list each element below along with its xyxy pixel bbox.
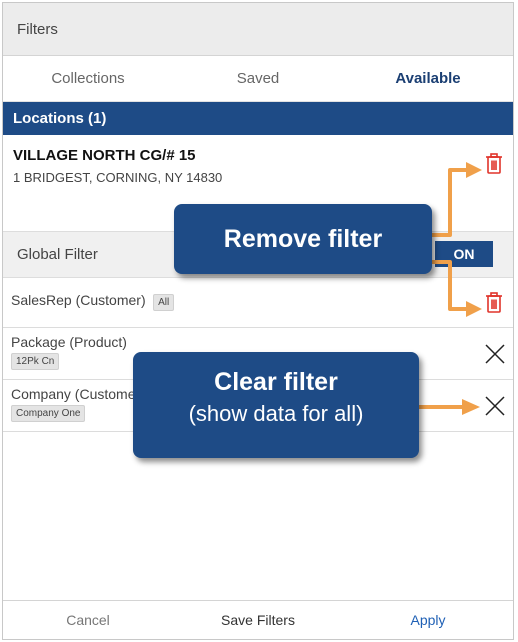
filter-value-chip: Company One [11, 405, 86, 422]
clear-filter-callout: Clear filter (show data for all) [133, 352, 419, 458]
close-icon[interactable] [483, 342, 507, 366]
apply-button[interactable]: Apply [343, 601, 513, 639]
tab-bar: Collections Saved Available [3, 56, 513, 102]
filter-row-salesrep: SalesRep (Customer) All [3, 278, 513, 328]
save-filters-button[interactable]: Save Filters [173, 601, 343, 639]
toggle-label: ON [453, 246, 475, 262]
filter-name: Package (Product) [11, 334, 127, 350]
filter-value-chip: All [153, 294, 175, 311]
global-filter-toggle[interactable]: ON [435, 241, 493, 267]
cancel-button[interactable]: Cancel [3, 601, 173, 639]
global-filter-label: Global Filter [17, 246, 98, 263]
remove-filter-callout-text: Remove filter [223, 225, 383, 253]
footer-bar: Cancel Save Filters Apply [3, 600, 513, 639]
remove-filter-callout: Remove filter [174, 204, 432, 274]
panel-title: Filters [17, 20, 58, 38]
clear-filter-callout-title: Clear filter [214, 368, 338, 396]
clear-filter-callout-subtitle: (show data for all) [188, 401, 364, 426]
close-icon[interactable] [483, 394, 507, 418]
trash-icon[interactable] [483, 291, 505, 315]
tab-available[interactable]: Available [343, 56, 513, 101]
location-address: 1 BRIDGEST, CORNING, NY 14830 [13, 170, 223, 185]
locations-title: Locations (1) [13, 110, 107, 127]
location-name: VILLAGE NORTH CG/# 15 [13, 147, 196, 164]
locations-section-header: Locations (1) [3, 102, 513, 135]
tab-saved[interactable]: Saved [173, 56, 343, 101]
filter-value-chip: 12Pk Cn [11, 353, 60, 370]
filter-name: SalesRep (Customer) [11, 292, 146, 308]
filters-panel: Filters Collections Saved Available Loca… [2, 2, 514, 640]
panel-header: Filters [3, 3, 513, 56]
trash-icon[interactable] [483, 152, 505, 176]
tab-collections[interactable]: Collections [3, 56, 173, 101]
